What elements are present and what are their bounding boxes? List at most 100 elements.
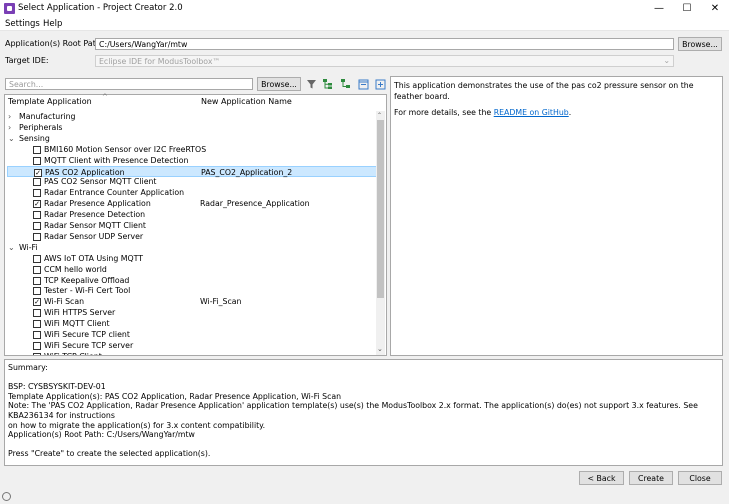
tree-group-peripherals[interactable]: › Peripherals xyxy=(7,122,377,133)
tree-item[interactable]: Radar Entrance Counter Application xyxy=(7,187,377,198)
tree-item-label: WiFi Secure TCP client xyxy=(44,330,130,339)
new-application-name[interactable]: Radar_Presence_Application xyxy=(200,198,310,209)
description-panel xyxy=(390,76,723,356)
tree-group-label: Wi-Fi xyxy=(19,242,38,252)
tree-item-label: CCM hello world xyxy=(44,264,107,274)
tree-item[interactable]: Radar Sensor MQTT Client xyxy=(7,220,377,231)
create-button[interactable]: Create xyxy=(629,471,673,485)
minimize-button[interactable]: — xyxy=(645,0,673,17)
checkbox-unchecked[interactable] xyxy=(33,222,41,230)
tree-group-wi-fi[interactable]: ⌄ Wi-Fi xyxy=(7,242,377,253)
menu-help[interactable]: Help xyxy=(43,19,62,29)
tree-item-label: Radar Sensor UDP Server xyxy=(44,231,144,241)
checkbox-unchecked[interactable] xyxy=(33,232,41,241)
checkbox-unchecked[interactable] xyxy=(33,309,41,318)
checkbox-unchecked[interactable] xyxy=(33,287,41,296)
checkbox-unchecked[interactable] xyxy=(33,265,41,274)
tree-item-label: WiFi Secure TCP server xyxy=(44,340,134,350)
tree-item[interactable]: AWS IoT OTA Using MQTT xyxy=(7,253,377,264)
title-bar: Select Application - Project Creator 2.0… xyxy=(0,0,729,17)
chevron-right-icon[interactable]: › xyxy=(8,111,16,122)
close-window-button[interactable]: ✕ xyxy=(701,0,729,17)
tree-group-label: Manufacturing xyxy=(19,112,76,121)
tree-item-label: Radar Presence Detection xyxy=(44,210,146,220)
collapse-all-icon[interactable] xyxy=(340,78,352,90)
root-path-browse-button[interactable]: Browse... xyxy=(678,37,722,51)
menu-bar: Settings Help xyxy=(0,17,729,31)
target-ide-value: Eclipse IDE for ModusToolbox™ xyxy=(99,57,221,66)
tree-item[interactable]: WiFi TCP Client xyxy=(7,351,377,355)
search-browse-button[interactable]: Browse... xyxy=(257,77,301,91)
checkbox-unchecked[interactable] xyxy=(33,211,41,220)
checkbox-unchecked[interactable] xyxy=(33,331,41,339)
checkbox-unchecked[interactable] xyxy=(33,145,41,154)
tree-item[interactable]: MQTT Client with Presence Detection xyxy=(7,155,377,166)
chevron-right-icon[interactable]: › xyxy=(8,122,16,133)
tree-item-label: WiFi TCP Client xyxy=(44,351,102,355)
tree-item[interactable]: BMI160 Motion Sensor over I2C FreeRTOS xyxy=(7,144,377,155)
tree-item-label: Radar Entrance Counter Application xyxy=(44,188,185,198)
collapse-icon[interactable] xyxy=(357,78,369,90)
tree-item-label: WiFi MQTT Client xyxy=(44,319,110,329)
sort-indicator-icon: ^ xyxy=(102,93,108,101)
description-text: This application demonstrates the use of… xyxy=(394,80,724,118)
readme-link[interactable]: README on GitHub xyxy=(494,108,569,117)
checkbox-unchecked[interactable] xyxy=(33,189,41,198)
app-icon xyxy=(4,3,15,14)
checkbox-unchecked[interactable] xyxy=(33,276,41,285)
tree-item-label: Wi-Fi Scan xyxy=(44,297,85,307)
filter-icon[interactable] xyxy=(305,78,317,90)
details-suffix: . xyxy=(568,108,572,117)
tree-item-label: PAS CO2 Sensor MQTT Client xyxy=(44,177,157,187)
tree-item[interactable]: ✓ Radar Presence Application Radar_Presenc… xyxy=(7,198,377,209)
scroll-down-icon[interactable]: ⌄ xyxy=(377,345,383,353)
tree-item[interactable]: PAS CO2 Sensor MQTT Client xyxy=(7,176,377,187)
status-indicator-icon xyxy=(2,492,11,501)
checkbox-checked[interactable]: ✓ xyxy=(33,298,41,307)
close-button[interactable]: Close xyxy=(678,471,722,485)
expand-all-icon[interactable] xyxy=(374,78,386,90)
window-title: Select Application - Project Creator 2.0 xyxy=(18,3,183,13)
tree-group-sensing[interactable]: ⌄ Sensing xyxy=(7,133,377,144)
tree-item[interactable]: WiFi Secure TCP server xyxy=(7,340,377,351)
tree-item[interactable]: Tester - Wi-Fi Cert Tool xyxy=(7,285,377,296)
tree-item[interactable]: WiFi HTTPS Server xyxy=(7,307,377,318)
tree-item-label: Radar Sensor MQTT Client xyxy=(44,221,146,230)
tree-item-label: Tester - Wi-Fi Cert Tool xyxy=(44,286,131,296)
tree-item[interactable]: TCP Keepalive Offload xyxy=(7,275,377,286)
tree-item[interactable]: CCM hello world xyxy=(7,264,377,275)
chevron-down-icon[interactable]: ⌄ xyxy=(8,133,16,144)
tree-item[interactable]: Radar Presence Detection xyxy=(7,209,377,220)
back-button[interactable]: < Back xyxy=(579,471,624,485)
checkbox-unchecked[interactable] xyxy=(33,341,41,350)
tree-item[interactable]: WiFi MQTT Client xyxy=(7,318,377,329)
target-ide-select[interactable]: Eclipse IDE for ModusToolbox™ ⌄ xyxy=(95,55,674,67)
tree-item[interactable]: Radar Sensor UDP Server xyxy=(7,231,377,242)
root-path-input[interactable]: C:/Users/WangYar/mtw xyxy=(95,38,674,50)
maximize-button[interactable]: ☐ xyxy=(673,0,701,17)
tree-item-label: AWS IoT OTA Using MQTT xyxy=(44,253,144,263)
new-application-name[interactable]: Wi-Fi_Scan xyxy=(200,296,241,307)
tree-scrollbar-thumb[interactable] xyxy=(377,120,384,298)
checkbox-unchecked[interactable] xyxy=(33,156,41,165)
checkbox-unchecked[interactable] xyxy=(33,254,41,263)
checkbox-unchecked[interactable] xyxy=(33,352,41,355)
checkbox-checked[interactable]: ✓ xyxy=(34,168,42,177)
tree-item-label: Radar Presence Application xyxy=(44,199,151,209)
tree-item[interactable]: ✓ PAS CO2 Application PAS_CO2_Application_… xyxy=(7,165,377,177)
checkbox-checked[interactable]: ✓ xyxy=(33,200,41,209)
checkbox-unchecked[interactable] xyxy=(33,320,41,329)
tree-item[interactable]: ✓ Wi-Fi Scan Wi-Fi_Scan xyxy=(7,296,377,307)
tree-group-manufacturing[interactable]: › Manufacturing xyxy=(7,111,377,122)
scroll-up-icon[interactable]: ⌃ xyxy=(377,112,382,119)
search-input[interactable]: Search... xyxy=(5,78,253,90)
column-header-new-name[interactable]: New Application Name xyxy=(201,97,292,106)
column-header-template[interactable]: Template Application xyxy=(8,97,92,106)
expand-checked-icon[interactable] xyxy=(322,78,334,90)
tree-item-label: WiFi HTTPS Server xyxy=(44,308,116,318)
menu-settings[interactable]: Settings xyxy=(5,19,40,29)
chevron-down-icon[interactable]: ⌄ xyxy=(8,242,16,253)
checkbox-unchecked[interactable] xyxy=(33,178,41,187)
tree-item[interactable]: WiFi Secure TCP client xyxy=(7,329,377,340)
tree-item-label: MQTT Client with Presence Detection xyxy=(44,155,189,165)
